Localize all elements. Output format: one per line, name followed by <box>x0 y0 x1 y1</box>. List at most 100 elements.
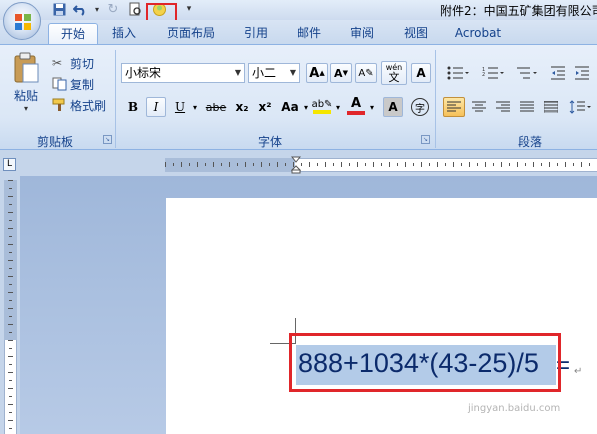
italic-button[interactable]: I <box>146 97 166 117</box>
ruler-tick <box>429 163 430 166</box>
tab-insert[interactable]: 插入 <box>104 23 144 44</box>
char-border-icon: A <box>416 66 426 80</box>
tab-review[interactable]: 审阅 <box>342 23 382 44</box>
cut-button[interactable]: ✂ 剪切 <box>52 53 112 73</box>
increase-indent-button[interactable] <box>572 63 592 83</box>
ruler-tick <box>9 252 12 253</box>
ruler-tick <box>8 292 13 293</box>
decrease-indent-button[interactable] <box>548 63 568 83</box>
ruler-tick <box>253 163 254 166</box>
tab-page-layout[interactable]: 页面布局 <box>160 23 222 44</box>
clear-formatting-button[interactable]: A✎ <box>355 63 377 83</box>
ruler-tick <box>285 163 286 166</box>
shrink-font-button[interactable]: A ▼ <box>330 63 352 83</box>
ruler-tick <box>541 163 542 166</box>
change-case-dropdown-icon[interactable]: ▾ <box>301 97 311 117</box>
align-center-icon <box>472 101 486 112</box>
clipboard-group-label: 剪贴板 <box>36 135 73 149</box>
change-case-button[interactable]: Aa <box>279 97 301 117</box>
subscript-icon: x₂ <box>235 100 249 114</box>
ruler-tick <box>9 428 12 429</box>
ruler-tick <box>421 162 422 167</box>
tab-mailings[interactable]: 邮件 <box>289 23 329 44</box>
ruler-tick <box>8 276 13 277</box>
tab-references[interactable]: 引用 <box>236 23 276 44</box>
undo-icon[interactable] <box>72 1 88 17</box>
bullets-button[interactable] <box>443 63 473 83</box>
ruler-tick <box>9 364 12 365</box>
ruler-tick <box>589 163 590 166</box>
ruler-tick <box>9 204 12 205</box>
underline-button[interactable]: U <box>171 97 189 117</box>
highlight-button[interactable]: ab✎ <box>312 95 332 117</box>
group-separator <box>435 50 436 148</box>
copy-icon <box>52 77 67 91</box>
font-group-label: 字体 <box>257 135 282 149</box>
copy-button[interactable]: 复制 <box>52 74 112 94</box>
change-case-icon: Aa <box>281 100 299 114</box>
align-right-button[interactable] <box>492 97 514 117</box>
paste-button[interactable]: 粘贴 ▾ <box>6 52 46 118</box>
save-icon[interactable] <box>51 1 67 17</box>
copy-label: 复制 <box>70 77 95 92</box>
justify-icon <box>520 101 534 112</box>
ruler-tick <box>389 162 390 167</box>
ruler-tick <box>453 162 454 167</box>
highlight-dropdown-icon[interactable]: ▾ <box>333 97 343 117</box>
clipboard-launcher-icon[interactable]: ↘ <box>103 135 112 144</box>
superscript-button[interactable]: x² <box>255 97 275 117</box>
font-name-combo[interactable]: 小标宋 ▼ <box>121 63 245 83</box>
font-launcher-icon[interactable]: ↘ <box>421 135 430 144</box>
ruler-tick <box>9 412 12 413</box>
justify-button[interactable] <box>516 97 538 117</box>
ruler-tick <box>461 163 462 166</box>
undo-dropdown-icon[interactable]: ▾ <box>89 1 105 17</box>
font-size-combo[interactable]: 小二 ▼ <box>248 63 300 83</box>
grow-font-button[interactable]: A ▲ <box>306 63 328 83</box>
font-color-dropdown-icon[interactable]: ▾ <box>367 97 377 117</box>
paste-dropdown-icon: ▾ <box>23 104 28 113</box>
print-preview-icon[interactable] <box>127 1 143 17</box>
ruler-tick <box>325 162 326 167</box>
enclose-chars-button[interactable]: 字 <box>409 96 431 118</box>
ruler-tick <box>229 162 230 167</box>
ruler-tick <box>9 300 12 301</box>
distributed-button[interactable] <box>540 97 562 117</box>
shrink-font-icon: A <box>334 66 343 80</box>
ruler-tick <box>509 163 510 166</box>
char-border-button[interactable]: A <box>411 63 431 83</box>
char-shading-button[interactable]: A <box>383 97 403 117</box>
ruler-tick <box>493 163 494 166</box>
phonetic-guide-button[interactable]: wén 文 <box>381 61 407 85</box>
ruler-tick <box>9 380 12 381</box>
ruler-tick <box>8 340 13 341</box>
line-spacing-button[interactable] <box>566 97 594 117</box>
tab-acrobat[interactable]: Acrobat <box>448 23 508 44</box>
ruler-tick <box>549 162 550 167</box>
ruler-tick <box>301 163 302 166</box>
multilevel-list-button[interactable] <box>512 63 542 83</box>
align-left-button[interactable] <box>443 97 465 117</box>
underline-dropdown-icon[interactable]: ▾ <box>190 97 200 117</box>
redo-icon[interactable]: ↻ <box>105 1 121 17</box>
ruler-tick <box>9 188 12 189</box>
font-color-button[interactable]: A <box>346 95 366 117</box>
tab-home[interactable]: 开始 <box>48 23 98 44</box>
paragraph-mark-icon: ↵ <box>574 366 583 377</box>
document-page[interactable] <box>166 198 597 434</box>
ruler-tick <box>397 163 398 166</box>
bold-button[interactable]: B <box>124 97 142 117</box>
ruler-tick <box>9 268 12 269</box>
eraser-icon: A✎ <box>358 67 374 79</box>
office-button[interactable] <box>3 2 41 40</box>
customize-toolbar-icon[interactable]: ▾ <box>181 1 197 17</box>
align-center-button[interactable] <box>468 97 490 117</box>
multilevel-list-icon <box>517 67 537 79</box>
format-painter-button[interactable]: 格式刷 <box>52 95 112 115</box>
tab-stop-selector[interactable]: L <box>3 158 16 171</box>
tab-view[interactable]: 视图 <box>396 23 436 44</box>
subscript-button[interactable]: x₂ <box>232 97 252 117</box>
numbering-button[interactable]: 12 <box>478 63 508 83</box>
group-separator <box>115 50 116 148</box>
strikethrough-button[interactable]: abe <box>204 97 228 117</box>
